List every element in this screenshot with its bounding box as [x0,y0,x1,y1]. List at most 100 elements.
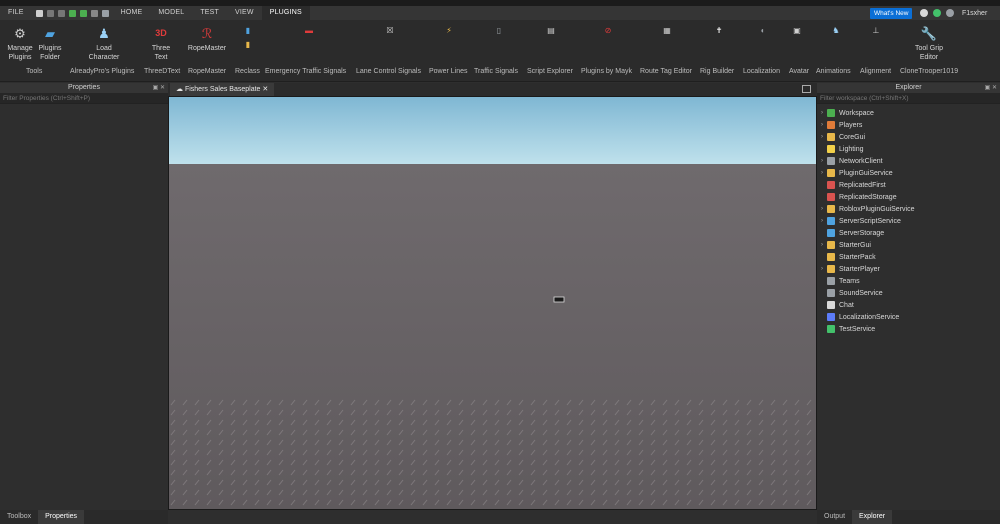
explorer-item[interactable]: Chat [817,299,1000,311]
explorer-item[interactable]: StarterPack [817,251,1000,263]
folder-icon [827,169,835,177]
share-icon[interactable] [946,9,954,17]
chevron-right-icon[interactable]: › [817,218,827,224]
group-label: Reclass [235,68,260,75]
chevron-right-icon[interactable]: › [817,122,827,128]
chevron-right-icon[interactable]: › [817,134,827,140]
help-icon[interactable] [920,9,928,17]
collaborate-icon[interactable] [933,9,941,17]
reclass-alt-icon[interactable]: ▮ [243,40,253,50]
run-icon[interactable] [79,9,87,17]
chevron-right-icon[interactable]: › [817,170,827,176]
explorer-item[interactable]: › Workspace [817,107,1000,119]
reclass-icon[interactable]: ▮ [243,26,253,36]
panel-controls-icon[interactable]: ▣ ✕ [985,83,997,93]
3d-viewport[interactable] [168,96,817,510]
group-label: CloneTrooper1019 [900,68,959,75]
menu-bar: FILE HOME MODEL TEST VIEW PLUGINS What's… [0,6,1000,20]
animations-icon[interactable]: ♞ [831,26,841,36]
manage-plugins-button[interactable]: ⚙ Manage Plugins [4,24,36,62]
tab-plugins[interactable]: PLUGINS [261,6,310,20]
group-label: Plugins by Mayk [581,68,632,75]
power-lines-icon[interactable]: ⚡ [444,26,454,36]
tab-toolbox[interactable]: Toolbox [0,510,38,524]
left-bottom-tabs: Toolbox Properties [0,510,168,524]
group-label: AlreadyPro's Plugins [70,68,135,75]
tab-home[interactable]: HOME [113,6,151,20]
tab-test[interactable]: TEST [192,6,227,20]
ropemaster-button[interactable]: ℛ RopeMaster [185,24,229,53]
close-icon[interactable]: ✕ [260,86,268,93]
three-text-button[interactable]: 3D Three Text [146,24,176,62]
group-label: Script Explorer [527,68,573,75]
explorer-item[interactable]: TestService [817,323,1000,335]
group-label: RopeMaster [188,68,227,75]
explorer-panel: Explorer ▣ ✕ Filter workspace (Ctrl+Shif… [817,83,1000,524]
tool-grip-editor-button[interactable]: 🔧 Tool Grip Editor [908,24,950,62]
explorer-item[interactable]: LocalizationService [817,311,1000,323]
explorer-item[interactable]: › Players [817,119,1000,131]
lane-control-icon[interactable]: ☒ [385,26,395,36]
whats-new-button[interactable]: What's New [870,8,913,19]
quick-access-toolbar [32,9,113,17]
tab-view[interactable]: VIEW [227,6,262,20]
chevron-right-icon[interactable]: › [817,110,827,116]
explorer-item-label: ReplicatedStorage [839,193,897,201]
lightbulb-icon [827,145,835,153]
explorer-item[interactable]: ReplicatedStorage [817,191,1000,203]
chevron-right-icon[interactable]: › [817,158,827,164]
chevron-right-icon[interactable]: › [817,242,827,248]
explorer-item[interactable]: SoundService [817,287,1000,299]
folder-icon: ▰ [45,25,55,41]
load-character-button[interactable]: ♟ Load Character [84,24,124,62]
tab-output[interactable]: Output [817,510,852,524]
chevron-right-icon[interactable]: › [817,206,827,212]
rig-builder-icon[interactable]: ✝ [714,26,724,36]
explorer-filter-input[interactable]: Filter workspace (Ctrl+Shift+X) [817,93,1000,104]
plugins-folder-button[interactable]: ▰ Plugins Folder [35,24,65,62]
explorer-item[interactable]: › PluginGuiService [817,167,1000,179]
redo-icon[interactable] [57,9,65,17]
explorer-item-label: StarterPlayer [839,265,880,273]
explorer-item[interactable]: Teams [817,275,1000,287]
user-name[interactable]: F1sxher [962,8,987,19]
document-tab[interactable]: ☁ Fishers Sales Baseplate ✕ [170,83,275,96]
explorer-item[interactable]: ServerStorage [817,227,1000,239]
undo-icon[interactable] [46,9,54,17]
stop-icon[interactable] [90,9,98,17]
folder-icon [827,205,835,213]
tab-properties[interactable]: Properties [38,510,85,524]
panel-controls-icon[interactable]: ▣ ✕ [153,83,165,93]
traffic-signal-icon[interactable]: ▯ [494,26,504,36]
localization-icon[interactable]: ◐ [758,26,768,36]
avatar-icon[interactable]: ▣ [792,26,802,36]
tab-model[interactable]: MODEL [150,6,192,20]
tab-explorer[interactable]: Explorer [852,510,893,524]
no-entry-icon[interactable]: ⊘ [603,26,613,36]
route-tag-icon[interactable]: ▦ [662,26,672,36]
file-menu[interactable]: FILE [0,6,32,20]
team-test-icon[interactable] [101,9,109,17]
properties-filter-input[interactable]: Filter Properties (Ctrl+Shift+P) [0,93,168,104]
explorer-item[interactable]: Lighting [817,143,1000,155]
explorer-item[interactable]: › NetworkClient [817,155,1000,167]
explorer-item[interactable]: ReplicatedFirst [817,179,1000,191]
explorer-item[interactable]: › StarterPlayer [817,263,1000,275]
alignment-icon[interactable]: ⊥ [871,26,881,36]
explorer-item[interactable]: › RobloxPluginGuiService [817,203,1000,215]
new-file-icon[interactable] [35,9,43,17]
globe-icon [827,109,835,117]
script-explorer-icon[interactable]: ▤ [546,26,556,36]
test-icon [827,325,835,333]
chevron-right-icon[interactable]: › [817,266,827,272]
explorer-item[interactable]: › StarterGui [817,239,1000,251]
restore-window-icon[interactable] [802,85,811,93]
emergency-signal-icon[interactable]: ▬ [304,26,314,36]
group-label: Power Lines [429,68,468,75]
script-service-icon [827,217,835,225]
explorer-item[interactable]: › CoreGui [817,131,1000,143]
explorer-header: Explorer ▣ ✕ [817,83,1000,93]
play-icon[interactable] [68,9,76,17]
explorer-item-label: Lighting [839,145,864,153]
explorer-item[interactable]: › ServerScriptService [817,215,1000,227]
